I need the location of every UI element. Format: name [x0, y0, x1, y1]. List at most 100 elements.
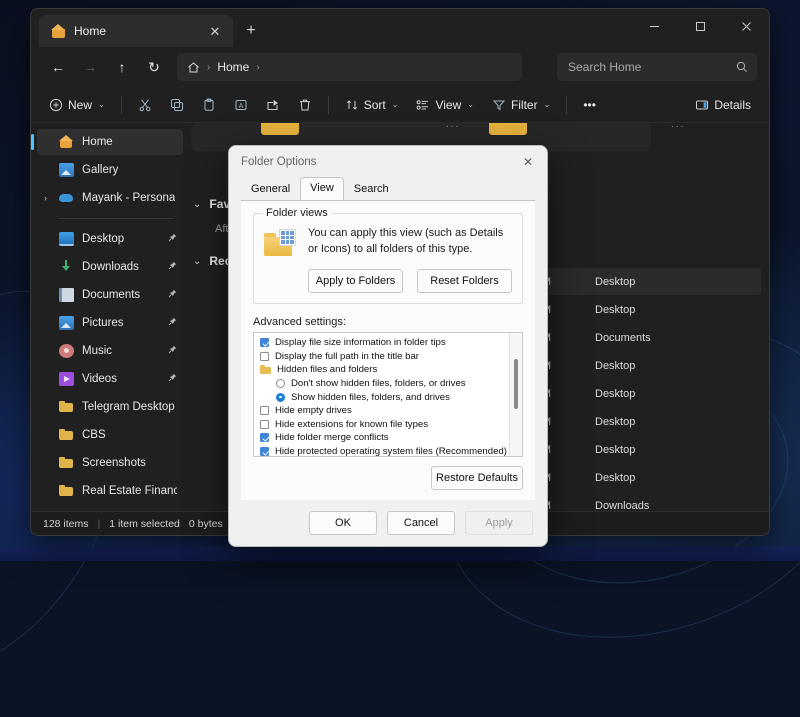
- folder-icon: [59, 484, 74, 498]
- chevron-down-icon[interactable]: ⌄: [193, 256, 201, 267]
- tab-general[interactable]: General: [241, 179, 300, 200]
- setting-hide-protected-operating-system-files[interactable]: Hide protected operating system files (R…: [254, 445, 522, 457]
- back-button[interactable]: ←: [43, 53, 73, 81]
- minimize-button[interactable]: [631, 9, 677, 43]
- row-location: Desktop: [559, 444, 761, 456]
- folder-icon: [59, 456, 74, 470]
- close-button[interactable]: [723, 9, 769, 43]
- sidebar-item-pictures[interactable]: Pictures: [37, 310, 183, 336]
- folder-views-description: You can apply this view (such as Details…: [308, 226, 512, 258]
- breadcrumb-separator[interactable]: ›: [256, 62, 259, 73]
- reset-folders-button[interactable]: Reset Folders: [417, 269, 512, 293]
- new-tab-button[interactable]: +: [239, 19, 263, 43]
- overflow-menu-button[interactable]: •••: [575, 91, 604, 119]
- row-location: Downloads: [559, 500, 761, 512]
- sidebar-divider: [59, 218, 173, 219]
- apply-to-folders-button[interactable]: Apply to Folders: [308, 269, 403, 293]
- scrollbar-thumb[interactable]: [514, 359, 518, 409]
- advanced-settings-label: Advanced settings:: [253, 316, 523, 328]
- tab-home[interactable]: Home ✕: [39, 15, 233, 47]
- checkbox-icon[interactable]: [260, 338, 269, 347]
- dialog-title: Folder Options: [241, 156, 316, 168]
- sort-button[interactable]: Sort ⌄: [337, 91, 407, 119]
- sidebar-item-videos[interactable]: Videos: [37, 366, 183, 392]
- row-location: Desktop: [559, 304, 761, 316]
- cancel-button[interactable]: Cancel: [387, 511, 455, 535]
- view-button[interactable]: View ⌄: [408, 91, 482, 119]
- tab-search[interactable]: Search: [344, 179, 399, 200]
- folder-options-dialog: Folder Options ✕ General View Search Fol…: [228, 145, 548, 547]
- row-location: Desktop: [559, 416, 761, 428]
- trash-icon: [298, 98, 312, 112]
- folder-icon: [260, 365, 271, 374]
- sidebar-item-label: Mayank - Persona: [82, 192, 175, 204]
- setting-display-full-path-in-title-bar[interactable]: Display the full path in the title bar: [254, 349, 522, 363]
- setting-hide-extensions-for-known-file-types[interactable]: Hide extensions for known file types: [254, 417, 522, 431]
- sidebar-item-label: Real Estate Financ: [82, 485, 177, 497]
- checkbox-icon[interactable]: [260, 433, 269, 442]
- sidebar-item-desktop[interactable]: Desktop: [37, 226, 183, 252]
- rename-button[interactable]: A: [226, 91, 256, 119]
- checkbox-icon[interactable]: [260, 406, 269, 415]
- row-location: Desktop: [559, 388, 761, 400]
- close-tab-icon[interactable]: ✕: [203, 19, 227, 43]
- breadcrumb[interactable]: › Home ›: [177, 53, 522, 81]
- setting-hide-empty-drives[interactable]: Hide empty drives: [254, 404, 522, 418]
- details-pane-button[interactable]: Details: [687, 91, 759, 119]
- sidebar-item-home[interactable]: Home: [37, 129, 183, 155]
- checkbox-icon[interactable]: [260, 352, 269, 361]
- chevron-down-icon[interactable]: ⌄: [193, 199, 201, 210]
- sidebar-item-gallery[interactable]: Gallery: [37, 157, 183, 183]
- pin-icon: [168, 345, 177, 357]
- sidebar-item-label: Pictures: [82, 317, 124, 329]
- setting-label: Show hidden files, folders, and drives: [291, 392, 450, 403]
- quick-access-tile[interactable]: [489, 123, 527, 135]
- advanced-settings-list[interactable]: Display file size information in folder …: [253, 332, 523, 457]
- setting-label: Display file size information in folder …: [275, 337, 446, 348]
- refresh-button[interactable]: ↻: [139, 53, 169, 81]
- tab-view[interactable]: View: [300, 177, 344, 200]
- toolbar-divider: [328, 96, 329, 114]
- gallery-icon: [59, 163, 74, 177]
- setting-display-file-size-in-folder-tips[interactable]: Display file size information in folder …: [254, 336, 522, 350]
- close-icon[interactable]: ✕: [513, 149, 543, 175]
- sidebar-item-cbs[interactable]: CBS: [37, 422, 183, 448]
- breadcrumb-item-home[interactable]: Home: [217, 60, 249, 74]
- filter-button[interactable]: Filter ⌄: [484, 91, 558, 119]
- delete-button[interactable]: [290, 91, 320, 119]
- sidebar-item-real-estate-financ[interactable]: Real Estate Financ: [37, 478, 183, 504]
- sidebar-item-music[interactable]: Music: [37, 338, 183, 364]
- cut-button[interactable]: [130, 91, 160, 119]
- new-button-label: New: [68, 98, 92, 112]
- radio-icon[interactable]: [276, 393, 285, 402]
- new-button[interactable]: New ⌄: [41, 91, 113, 119]
- setting-dont-show-hidden-files[interactable]: Don't show hidden files, folders, or dri…: [254, 377, 522, 391]
- setting-hide-folder-merge-conflicts[interactable]: Hide folder merge conflicts: [254, 431, 522, 445]
- copy-button[interactable]: [162, 91, 192, 119]
- ok-button[interactable]: OK: [309, 511, 377, 535]
- paste-button[interactable]: [194, 91, 224, 119]
- sidebar-item-documents[interactable]: Documents: [37, 282, 183, 308]
- sidebar-item-onedrive[interactable]: › Mayank - Persona: [37, 185, 183, 211]
- quick-access-tile[interactable]: [261, 123, 299, 135]
- pin-icon: [168, 373, 177, 385]
- share-button[interactable]: [258, 91, 288, 119]
- checkbox-icon[interactable]: [260, 447, 269, 456]
- folder-icon: [59, 400, 74, 414]
- up-button[interactable]: ↑: [107, 53, 137, 81]
- forward-button: →: [75, 53, 105, 81]
- folder-views-legend: Folder views: [262, 207, 332, 219]
- sidebar-item-telegram-desktop[interactable]: Telegram Desktop: [37, 394, 183, 420]
- advanced-settings-scrollbar[interactable]: [509, 333, 522, 456]
- sidebar-item-screenshots[interactable]: Screenshots: [37, 450, 183, 476]
- radio-icon[interactable]: [276, 379, 285, 388]
- maximize-button[interactable]: [677, 9, 723, 43]
- setting-show-hidden-files[interactable]: Show hidden files, folders, and drives: [254, 390, 522, 404]
- restore-defaults-button[interactable]: Restore Defaults: [431, 466, 523, 490]
- search-input[interactable]: Search Home: [557, 53, 757, 81]
- checkbox-icon[interactable]: [260, 420, 269, 429]
- sidebar-item-downloads[interactable]: Downloads: [37, 254, 183, 280]
- chevron-right-icon[interactable]: ›: [44, 193, 47, 203]
- item-count: 128 items: [43, 518, 89, 530]
- scissors-icon: [138, 98, 152, 112]
